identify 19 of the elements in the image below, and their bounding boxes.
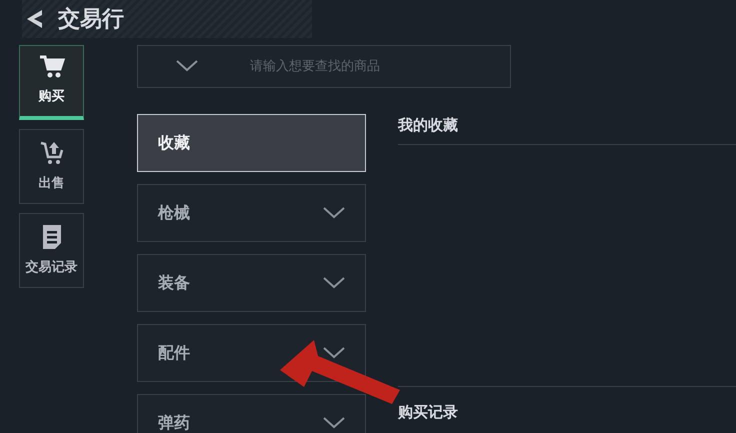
- page-title: 交易行: [58, 6, 124, 34]
- chevron-down-icon: [176, 60, 198, 72]
- document-icon: [42, 224, 62, 250]
- search-field[interactable]: 请输入想要查找的商品: [137, 45, 511, 88]
- category-item[interactable]: 装备: [137, 254, 366, 312]
- cart-icon: [38, 55, 64, 80]
- chevron-down-icon: [323, 277, 345, 289]
- category-item[interactable]: 收藏: [137, 114, 366, 172]
- chevron-down-icon: [323, 347, 345, 359]
- nav-tab[interactable]: 出售: [19, 129, 84, 204]
- cart-upload-icon: [38, 140, 64, 166]
- category-item[interactable]: 弹药: [137, 394, 366, 433]
- chevron-down-icon: [323, 207, 345, 219]
- nav-tab[interactable]: 购买: [19, 45, 84, 120]
- section-title: 购买记录: [398, 402, 459, 423]
- category-item[interactable]: 枪械: [137, 184, 366, 242]
- section-title: 我的收藏: [398, 115, 459, 136]
- nav-tab[interactable]: 交易记录: [19, 213, 84, 288]
- chevron-down-icon: [323, 417, 345, 429]
